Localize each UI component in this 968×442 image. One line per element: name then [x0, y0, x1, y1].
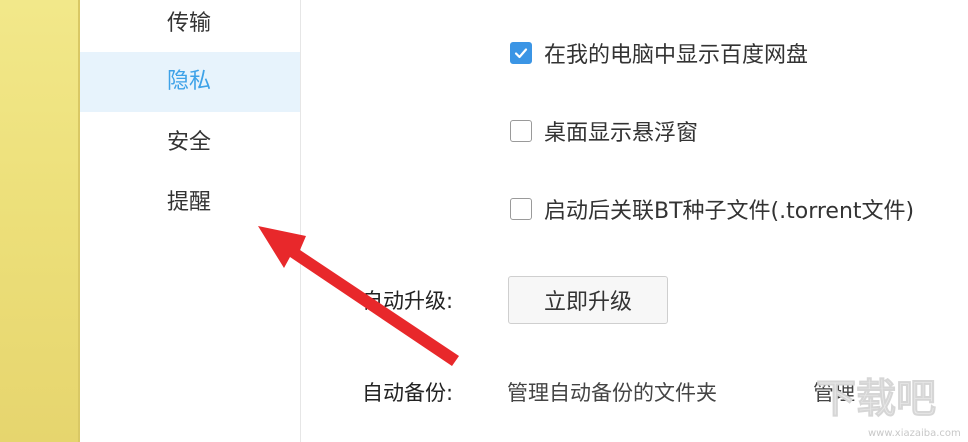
sidebar-divider — [300, 0, 301, 442]
option-label: 在我的电脑中显示百度网盘 — [544, 43, 809, 68]
checkmark-icon — [514, 48, 528, 59]
option-label: 桌面显示悬浮窗 — [544, 121, 699, 146]
sidebar-item-label: 传输 — [167, 11, 212, 36]
settings-sidebar: 传输 隐私 安全 提醒 — [80, 0, 300, 442]
sidebar-item-security[interactable]: 安全 — [80, 113, 300, 173]
watermark-text: 下载吧 — [816, 376, 936, 422]
option-show-in-computer[interactable]: 在我的电脑中显示百度网盘 — [510, 38, 808, 68]
auto-backup-label: 自动备份: — [362, 381, 454, 405]
option-associate-torrent[interactable]: 启动后关联BT种子文件(.torrent文件) — [510, 194, 914, 224]
sidebar-item-label: 安全 — [167, 130, 212, 155]
checkbox-checked-icon[interactable] — [510, 42, 532, 64]
watermark-url: www.xiazaiba.com — [868, 428, 961, 439]
checkbox-icon[interactable] — [510, 120, 532, 142]
auto-upgrade-label: 自动升级: — [362, 289, 454, 313]
background-strip — [0, 0, 80, 442]
sidebar-item-transfer[interactable]: 传输 — [80, 0, 300, 54]
sidebar-item-label: 隐私 — [167, 69, 212, 94]
option-floating-window[interactable]: 桌面显示悬浮窗 — [510, 116, 698, 146]
backup-folder-text: 管理自动备份的文件夹 — [507, 381, 717, 405]
upgrade-now-button[interactable]: 立即升级 — [508, 276, 668, 324]
watermark-logo: 下载吧 www.xiazaiba.com — [816, 376, 961, 439]
sidebar-item-label: 提醒 — [167, 190, 212, 215]
option-label: 启动后关联BT种子文件(.torrent文件) — [544, 199, 915, 224]
sidebar-item-privacy[interactable]: 隐私 — [80, 52, 300, 112]
sidebar-item-reminder[interactable]: 提醒 — [80, 173, 300, 233]
checkbox-icon[interactable] — [510, 198, 532, 220]
